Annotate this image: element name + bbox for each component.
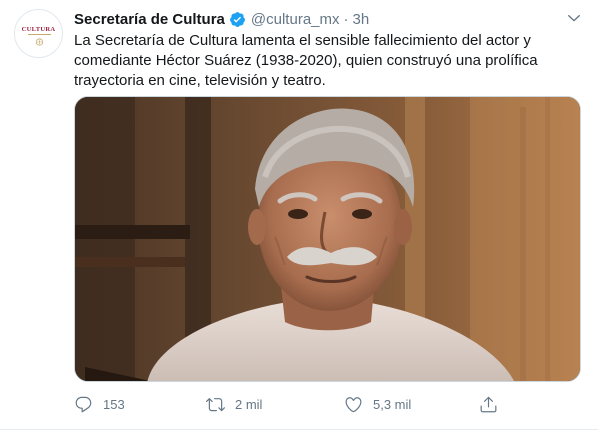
account-handle[interactable]: @cultura_mx xyxy=(251,11,340,28)
reply-button[interactable]: 153 xyxy=(74,391,125,417)
tweet-timestamp[interactable]: 3h xyxy=(353,11,370,28)
tweet-card[interactable]: CULTURA Secretaría de Cultura @cultura_m… xyxy=(0,0,598,430)
tweet-text-line: comediante Héctor Suárez (1938-2020), qu… xyxy=(74,52,538,69)
tweet-text: La Secretaría de Cultura lamenta el sens… xyxy=(74,31,574,91)
tweet-header: Secretaría de Cultura @cultura_mx · 3h xyxy=(74,9,369,29)
avatar-logo: CULTURA xyxy=(15,10,62,57)
avatar-emblem xyxy=(35,38,44,46)
separator-dot: · xyxy=(343,10,349,28)
tweet-text-line: trayectoria en cine, televisión y teatro… xyxy=(74,72,326,89)
share-icon xyxy=(480,396,497,412)
tweet-text-line: La Secretaría de Cultura lamenta el sens… xyxy=(74,32,531,49)
photo-portrait xyxy=(75,97,580,381)
share-button[interactable] xyxy=(479,391,498,417)
retweet-button[interactable]: 2 mil xyxy=(206,391,262,417)
tweet-photo[interactable] xyxy=(74,96,581,382)
account-name[interactable]: Secretaría de Cultura xyxy=(74,11,225,28)
retweet-count: 2 mil xyxy=(235,396,263,412)
chevron-down-icon[interactable] xyxy=(566,10,582,26)
verified-badge-icon xyxy=(229,11,246,28)
avatar[interactable]: CULTURA xyxy=(14,9,63,58)
heart-icon xyxy=(345,396,362,412)
tweet-actions: 153 2 mil 5,3 mil xyxy=(74,391,504,417)
reply-count: 153 xyxy=(103,396,125,412)
retweet-icon xyxy=(206,397,225,411)
like-count: 5,3 mil xyxy=(373,396,412,412)
reply-icon xyxy=(75,396,92,412)
like-button[interactable]: 5,3 mil xyxy=(344,391,411,417)
